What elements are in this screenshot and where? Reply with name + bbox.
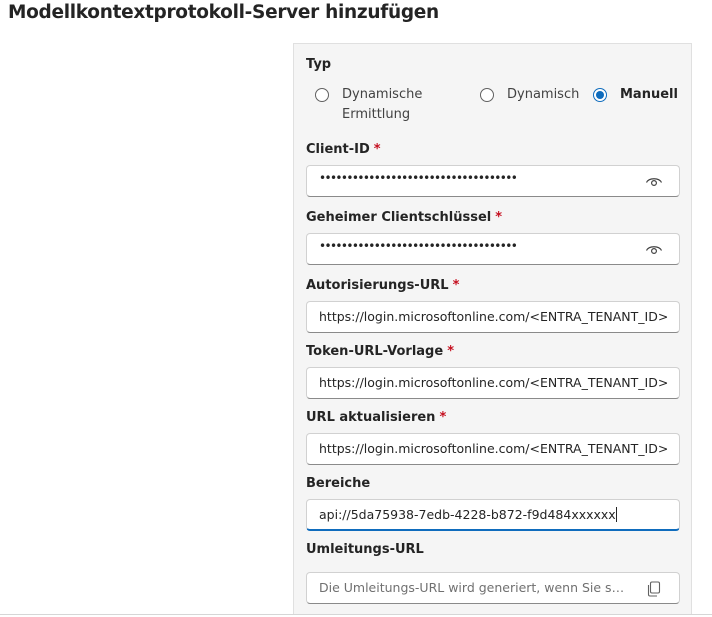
required-marker: * <box>439 410 447 425</box>
radio-dynamic[interactable]: Dynamisch <box>480 87 579 105</box>
radio-circle-dynamic[interactable] <box>480 88 494 102</box>
client-secret-label: Geheimer Clientschlüssel * <box>306 210 502 225</box>
copy-icon[interactable] <box>647 581 661 597</box>
radio-circle-manual[interactable] <box>593 88 607 102</box>
radio-manual[interactable]: Manuell <box>593 87 678 105</box>
type-label: Typ <box>306 57 332 72</box>
client-secret-label-text: Geheimer Clientschlüssel <box>306 210 492 225</box>
required-marker: * <box>373 142 381 157</box>
authorization-url-label: Autorisierungs-URL * <box>306 278 459 293</box>
radio-label-dynamic-discovery[interactable]: Dynamische Ermittlung <box>342 85 442 125</box>
client-id-value: •••••••••••••••••••••••••••••••••••• <box>319 171 517 185</box>
authorization-url-value: https://login.microsoftonline.com/<ENTRA… <box>319 309 669 324</box>
required-marker: * <box>447 344 454 359</box>
required-marker: * <box>495 210 503 225</box>
scopes-field[interactable]: api://5da75938-7edb-4228-b872-f9d484xxxx… <box>306 499 680 531</box>
token-url-template-label-text: Token-URL-Vorlage <box>306 344 444 359</box>
token-url-template-label: Token-URL-Vorlage * <box>306 344 454 359</box>
scopes-value: api://5da75938-7edb-4228-b872-f9d484xxxx… <box>319 507 616 522</box>
refresh-url-label: URL aktualisieren * <box>306 410 446 425</box>
client-secret-value: •••••••••••••••••••••••••••••••••••• <box>319 239 517 253</box>
redirect-url-label: Umleitungs-URL <box>306 542 424 557</box>
client-secret-field[interactable]: •••••••••••••••••••••••••••••••••••• <box>306 233 680 265</box>
authorization-url-label-text: Autorisierungs-URL <box>306 278 449 293</box>
mcp-server-form-panel: Typ Dynamische Ermittlung Dynamisch Manu… <box>293 43 692 615</box>
radio-label-manual[interactable]: Manuell <box>620 85 678 105</box>
refresh-url-field[interactable]: https://login.microsoftonline.com/<ENTRA… <box>306 433 680 465</box>
eye-icon[interactable] <box>645 174 663 188</box>
text-caret <box>615 507 617 522</box>
client-id-label: Client-ID * <box>306 142 381 157</box>
radio-dynamic-discovery[interactable]: Dynamische Ermittlung <box>315 87 442 125</box>
radio-label-dynamic[interactable]: Dynamisch <box>507 85 579 105</box>
client-id-label-text: Client-ID <box>306 142 370 157</box>
authorization-url-field[interactable]: https://login.microsoftonline.com/<ENTRA… <box>306 301 680 333</box>
token-url-template-field[interactable]: https://login.microsoftonline.com/<ENTRA… <box>306 367 680 399</box>
page-title: Modellkontextprotokoll-Server hinzufügen <box>8 2 439 23</box>
refresh-url-value: https://login.microsoftonline.com/<ENTRA… <box>319 441 669 456</box>
required-marker: * <box>452 278 460 293</box>
scopes-label: Bereiche <box>306 476 371 491</box>
redirect-url-field[interactable]: Die Umleitungs-URL wird generiert, wenn … <box>306 572 680 604</box>
radio-circle-dynamic-discovery[interactable] <box>315 88 329 102</box>
refresh-url-label-text: URL aktualisieren <box>306 410 436 425</box>
eye-icon[interactable] <box>645 242 663 256</box>
bottom-divider <box>0 614 712 615</box>
client-id-field[interactable]: •••••••••••••••••••••••••••••••••••• <box>306 165 680 197</box>
scopes-value-wrapper: api://5da75938-7edb-4228-b872-f9d484xxxx… <box>319 507 617 522</box>
redirect-url-placeholder: Die Umleitungs-URL wird generiert, wenn … <box>319 580 631 595</box>
token-url-template-value: https://login.microsoftonline.com/<ENTRA… <box>319 375 669 390</box>
